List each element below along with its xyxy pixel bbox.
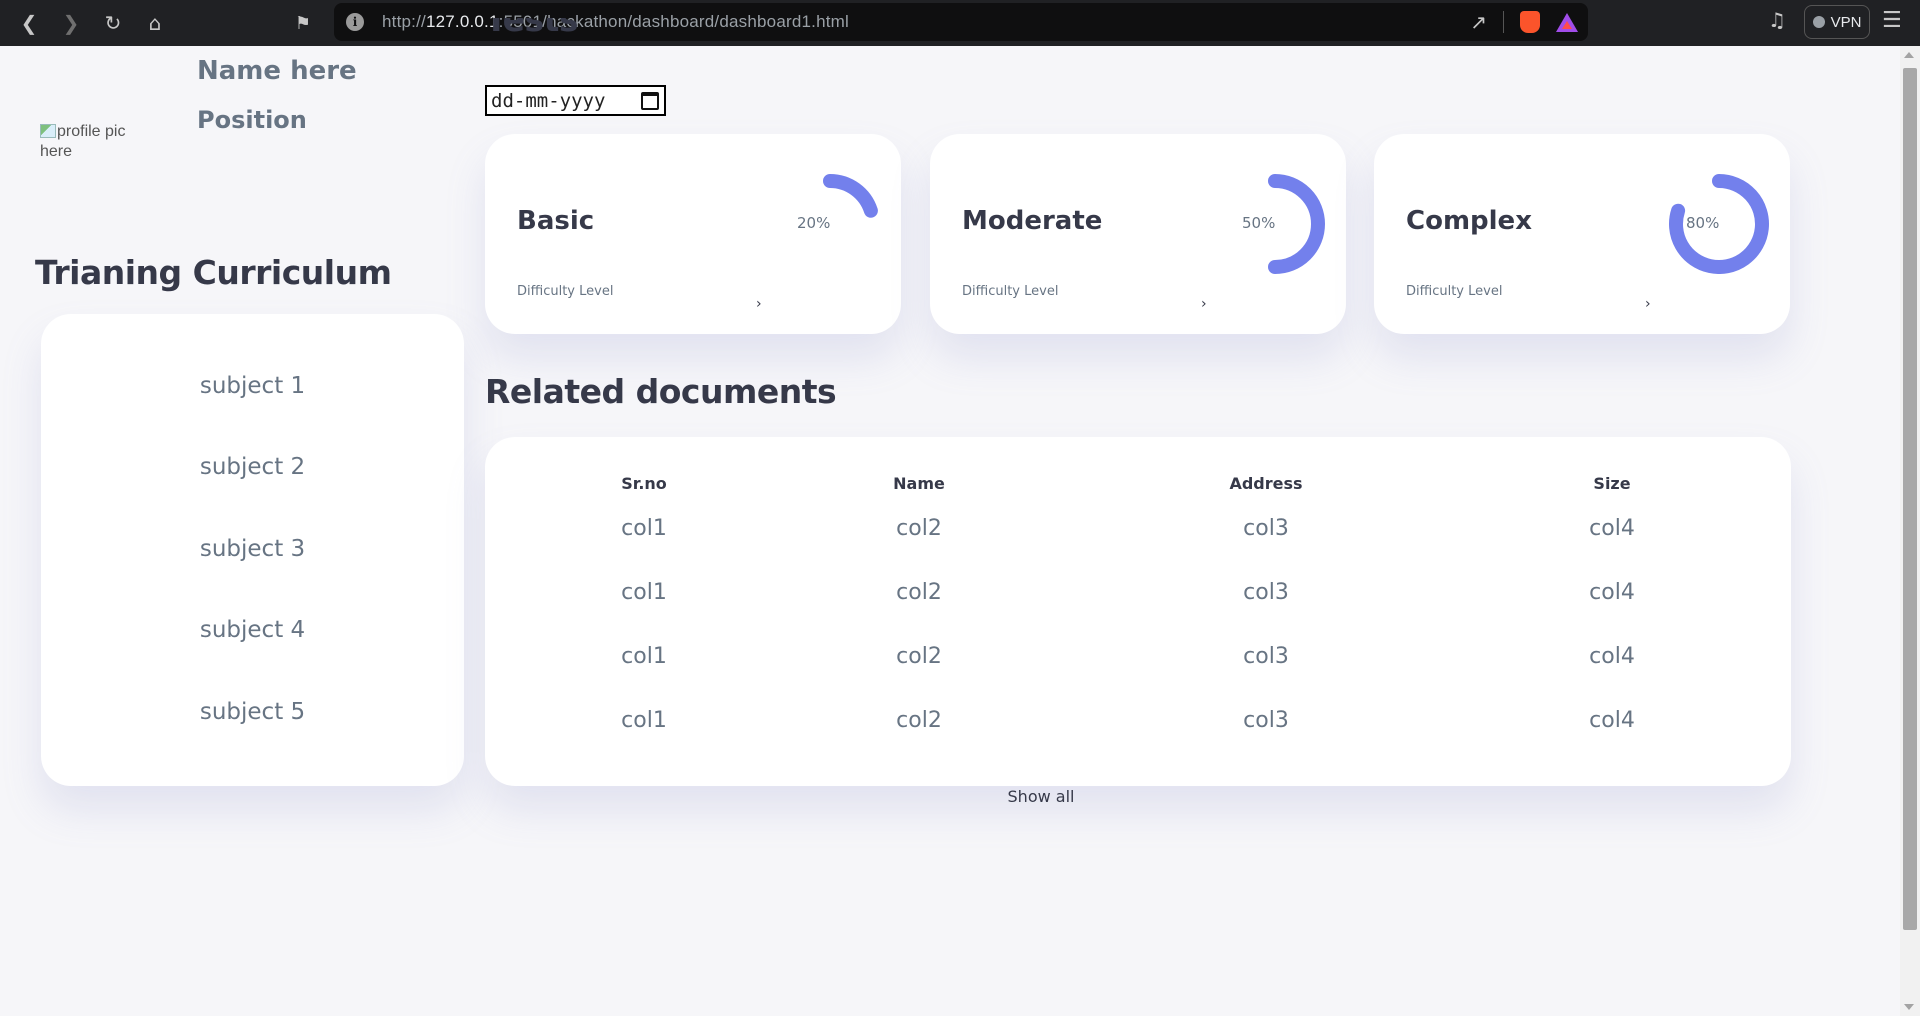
media-icon[interactable]: ♫ bbox=[1768, 8, 1786, 32]
table-cell: col1 bbox=[621, 516, 667, 541]
subject-item-5[interactable]: subject 5 bbox=[41, 699, 464, 725]
date-input[interactable]: dd-mm-yyyy bbox=[485, 85, 666, 116]
column-header-name: Name bbox=[893, 474, 945, 493]
table-cell: col1 bbox=[621, 580, 667, 605]
card-title: Moderate bbox=[962, 206, 1103, 236]
toolbar-divider bbox=[1503, 11, 1504, 33]
progress-ring bbox=[1669, 174, 1769, 274]
table-cell: col2 bbox=[896, 580, 942, 605]
bookmark-icon[interactable]: ⚑ bbox=[286, 6, 320, 40]
brave-rewards-icon[interactable] bbox=[1556, 12, 1578, 32]
url-scheme: http:// bbox=[382, 12, 426, 31]
vpn-status-icon bbox=[1812, 16, 1825, 28]
reload-icon[interactable]: ↻ bbox=[92, 3, 134, 43]
vpn-button[interactable]: VPN bbox=[1804, 5, 1870, 39]
subject-item-2[interactable]: subject 2 bbox=[41, 454, 464, 480]
table-cell: col4 bbox=[1589, 644, 1635, 669]
table-cell: col2 bbox=[896, 516, 942, 541]
share-icon[interactable]: ↗ bbox=[1470, 10, 1487, 34]
progress-ring bbox=[1268, 174, 1325, 274]
documents-table: Sr.no Name Address Size col1 col2 col3 c… bbox=[485, 437, 1791, 786]
card-subtitle: Difficulty Level bbox=[1406, 284, 1503, 299]
show-all-link[interactable]: Show all bbox=[1008, 787, 1075, 806]
chevron-right-icon[interactable]: › bbox=[1645, 296, 1651, 312]
card-basic[interactable]: Basic Difficulty Level › 20% bbox=[485, 134, 901, 334]
documents-title: Related documents bbox=[485, 372, 837, 411]
tests-title-text: Tests bbox=[485, 18, 579, 39]
subject-item-4[interactable]: subject 4 bbox=[41, 617, 464, 643]
home-icon[interactable]: ⌂ bbox=[134, 3, 176, 43]
column-header-address: Address bbox=[1229, 474, 1303, 493]
back-icon[interactable]: ❮ bbox=[8, 3, 50, 43]
curriculum-title: Trianing Curriculum bbox=[35, 253, 392, 292]
table-cell: col4 bbox=[1589, 580, 1635, 605]
table-cell: col4 bbox=[1589, 708, 1635, 733]
progress-ring-arc bbox=[1669, 174, 1769, 274]
card-title: Basic bbox=[517, 206, 595, 236]
card-moderate[interactable]: Moderate Difficulty Level › 50% bbox=[930, 134, 1346, 334]
table-cell: col4 bbox=[1589, 516, 1635, 541]
progress-ring bbox=[823, 174, 878, 218]
site-info-icon[interactable]: i bbox=[346, 13, 364, 31]
vpn-label: VPN bbox=[1830, 13, 1862, 31]
column-header-size: Size bbox=[1593, 474, 1631, 493]
broken-image-icon bbox=[40, 124, 56, 138]
table-cell: col3 bbox=[1243, 644, 1289, 669]
brave-shields-icon[interactable] bbox=[1520, 11, 1540, 33]
forward-icon[interactable]: ❯ bbox=[50, 3, 92, 43]
table-cell: col2 bbox=[896, 644, 942, 669]
subject-item-1[interactable]: subject 1 bbox=[41, 373, 464, 399]
profile-position: Position bbox=[197, 106, 307, 134]
card-title: Complex bbox=[1406, 206, 1532, 236]
scroll-up-icon[interactable] bbox=[1904, 52, 1914, 58]
curriculum-list: subject 1 subject 2 subject 3 subject 4 … bbox=[41, 314, 464, 786]
profile-name: Name here bbox=[197, 56, 357, 86]
card-complex[interactable]: Complex Difficulty Level › 80% bbox=[1374, 134, 1790, 334]
date-placeholder: dd-mm-yyyy bbox=[491, 89, 606, 112]
subject-item-3[interactable]: subject 3 bbox=[41, 536, 464, 562]
tests-title: Tests bbox=[485, 18, 578, 52]
browser-toolbar: ❮ ❯ ↻ ⌂ ⚑ i http://127.0.0.1:5501/hackat… bbox=[0, 0, 1920, 46]
scrollbar-thumb[interactable] bbox=[1903, 68, 1917, 930]
card-subtitle: Difficulty Level bbox=[517, 284, 614, 299]
progress-ring-arc bbox=[1268, 174, 1325, 274]
table-cell: col3 bbox=[1243, 708, 1289, 733]
table-cell: col3 bbox=[1243, 516, 1289, 541]
page-scrollbar[interactable] bbox=[1900, 46, 1920, 1016]
chevron-right-icon[interactable]: › bbox=[756, 296, 762, 312]
menu-icon[interactable]: ☰ bbox=[1882, 8, 1902, 33]
url-text[interactable]: http://127.0.0.1:5501/hackathon/dashboar… bbox=[382, 12, 849, 32]
calendar-icon[interactable] bbox=[641, 92, 659, 110]
table-cell: col1 bbox=[621, 708, 667, 733]
profile-picture: profile pic here bbox=[40, 122, 150, 168]
table-cell: col1 bbox=[621, 644, 667, 669]
column-header-srno: Sr.no bbox=[621, 474, 667, 493]
card-subtitle: Difficulty Level bbox=[962, 284, 1059, 299]
table-cell: col3 bbox=[1243, 580, 1289, 605]
table-cell: col2 bbox=[896, 708, 942, 733]
progress-ring-arc bbox=[823, 174, 878, 218]
chevron-right-icon[interactable]: › bbox=[1201, 296, 1207, 312]
scroll-down-icon[interactable] bbox=[1904, 1004, 1914, 1010]
